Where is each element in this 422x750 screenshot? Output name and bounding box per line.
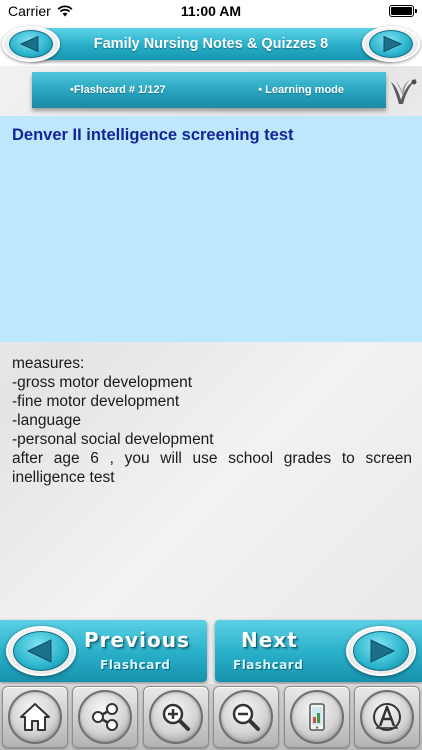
zoom-out-icon xyxy=(232,703,261,731)
carrier-label: Carrier xyxy=(8,3,51,19)
brand-logo-icon xyxy=(391,78,417,104)
question-panel: Denver II intelligence screening test xyxy=(0,116,422,342)
bottom-toolbar xyxy=(0,684,422,750)
flashcard-counter: •Flashcard # 1/127 xyxy=(70,84,166,96)
status-left: Carrier xyxy=(8,3,73,19)
arrow-left-icon xyxy=(19,35,39,53)
question-text: Denver II intelligence screening test xyxy=(12,126,294,144)
zoom-in-button[interactable] xyxy=(142,686,209,748)
answer-line: -personal social development xyxy=(12,431,214,448)
more-apps-button[interactable] xyxy=(283,686,350,748)
home-button[interactable] xyxy=(2,686,68,748)
battery-icon xyxy=(389,5,417,17)
share-icon xyxy=(92,703,119,731)
wifi-icon xyxy=(57,5,73,17)
header-forward-button[interactable] xyxy=(362,26,420,62)
header-back-button[interactable] xyxy=(2,26,60,62)
previous-arrow-button[interactable] xyxy=(6,626,76,676)
page-title: Family Nursing Notes & Quizzes 8 xyxy=(93,36,329,52)
answer-line: -language xyxy=(12,412,81,429)
share-button[interactable] xyxy=(72,686,139,748)
answer-line: -gross motor development xyxy=(12,374,193,391)
answer-line: measures: xyxy=(12,355,85,372)
arrow-right-icon xyxy=(383,35,403,53)
app-root: Carrier 11:00 AM Family Nursing Notes & … xyxy=(0,0,422,750)
arrow-right-icon xyxy=(370,639,396,663)
zoom-in-icon xyxy=(162,703,190,731)
arrow-left-icon xyxy=(26,639,52,663)
phone-icon xyxy=(308,703,325,731)
next-sublabel: Flashcard xyxy=(233,658,304,672)
status-bar: Carrier 11:00 AM xyxy=(0,0,422,22)
next-arrow-button[interactable] xyxy=(346,626,416,676)
answer-line: after age 6 , you will use school grades… xyxy=(12,450,412,486)
zoom-out-button[interactable] xyxy=(213,686,280,748)
home-icon xyxy=(20,703,50,731)
flashcard-info-strip: •Flashcard # 1/127 • Learning mode xyxy=(32,72,386,108)
previous-label: Previous xyxy=(84,628,190,652)
next-label: Next xyxy=(241,628,298,652)
answer-panel: measures: -gross motor development -fine… xyxy=(12,354,412,487)
header-bar: Family Nursing Notes & Quizzes 8 xyxy=(0,22,422,66)
answer-line: -fine motor development xyxy=(12,393,180,410)
previous-sublabel: Flashcard xyxy=(100,658,171,672)
font-icon xyxy=(372,703,401,731)
mode-label: • Learning mode xyxy=(258,84,344,96)
font-button[interactable] xyxy=(353,686,420,748)
